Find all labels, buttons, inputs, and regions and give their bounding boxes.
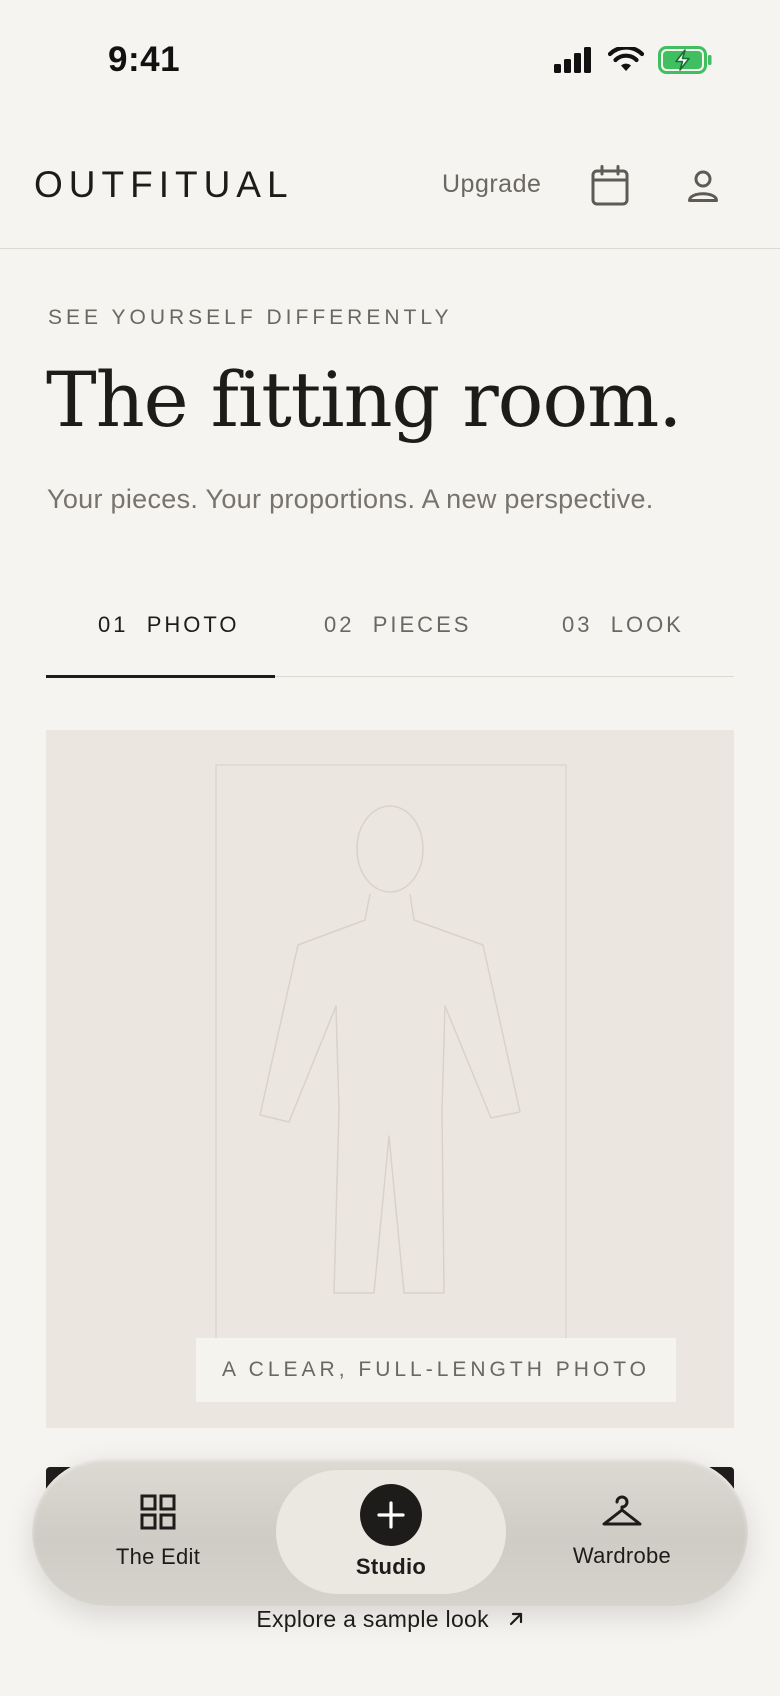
step-label: PIECES xyxy=(372,612,472,637)
status-time: 9:41 xyxy=(108,40,181,79)
battery-icon xyxy=(658,46,712,74)
calendar-button[interactable] xyxy=(584,160,636,212)
photo-caption: A CLEAR, FULL-LENGTH PHOTO xyxy=(196,1338,676,1402)
body-silhouette-icon xyxy=(215,764,567,1356)
signal-icon xyxy=(554,47,591,73)
step-number: 03 xyxy=(562,612,593,637)
step-label: PHOTO xyxy=(146,612,240,637)
nav-label: Studio xyxy=(355,1554,427,1579)
arrow-up-right-icon xyxy=(509,1612,522,1626)
status-icons xyxy=(554,46,712,74)
bottom-nav: The Edit Studio Wardrobe xyxy=(32,1458,748,1606)
upgrade-link[interactable]: Upgrade xyxy=(442,170,541,199)
photo-upload-area[interactable]: A CLEAR, FULL-LENGTH PHOTO xyxy=(46,730,734,1428)
hero-subtitle: Your pieces. Your proportions. A new per… xyxy=(47,484,654,514)
explore-sample-link[interactable]: Explore a sample look xyxy=(0,1606,780,1633)
grid-icon xyxy=(140,1494,176,1530)
step-number: 02 xyxy=(324,612,355,637)
plus-icon xyxy=(377,1501,405,1529)
step-tab-pieces[interactable]: 02 PIECES xyxy=(324,612,471,638)
active-step-indicator xyxy=(46,675,275,678)
step-tab-look[interactable]: 03 LOOK xyxy=(562,612,684,638)
hanger-icon xyxy=(602,1495,642,1526)
app-header: OUTFITUAL Upgrade xyxy=(0,130,780,249)
explore-label: Explore a sample look xyxy=(256,1606,489,1632)
nav-item-studio[interactable]: Studio xyxy=(276,1470,506,1594)
brand-logo[interactable]: OUTFITUAL xyxy=(34,164,294,206)
page-title: The fitting room. xyxy=(46,355,682,444)
step-tab-photo[interactable]: 01 PHOTO xyxy=(98,612,240,638)
nav-label: The Edit xyxy=(115,1544,201,1569)
nav-item-wardrobe[interactable]: Wardrobe xyxy=(512,1458,732,1606)
step-label: LOOK xyxy=(610,612,684,637)
nav-item-the-edit[interactable]: The Edit xyxy=(48,1458,268,1606)
user-icon xyxy=(688,170,718,202)
calendar-icon xyxy=(591,165,629,206)
step-number: 01 xyxy=(98,612,129,637)
nav-label: Wardrobe xyxy=(572,1543,672,1568)
hero-eyebrow: SEE YOURSELF DIFFERENTLY xyxy=(48,306,453,329)
studio-add-button[interactable] xyxy=(360,1484,422,1546)
step-tabs: 01 PHOTO 02 PIECES 03 LOOK xyxy=(46,590,734,678)
wifi-icon xyxy=(608,47,644,71)
status-bar: 9:41 xyxy=(0,0,780,120)
profile-button[interactable] xyxy=(677,160,729,212)
